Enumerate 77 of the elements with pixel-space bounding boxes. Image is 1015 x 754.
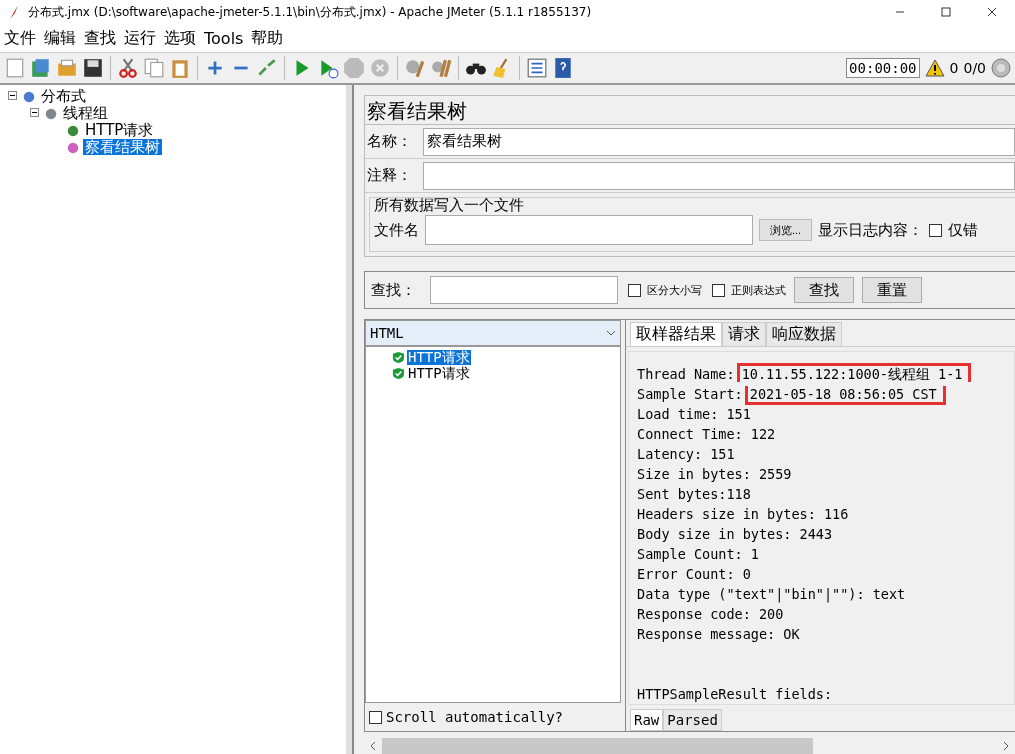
result-line: Thread Name: 10.11.55.122:1000-线程组 1-1 (637, 366, 972, 382)
chevron-down-icon[interactable] (606, 330, 616, 336)
find-button[interactable]: 查找 (794, 277, 854, 303)
tree-item[interactable]: 线程组 (61, 104, 110, 121)
checkbox-label: Scroll automatically? (386, 709, 563, 725)
paste-icon[interactable] (169, 57, 191, 79)
menu-item[interactable]: 选项 (164, 27, 196, 49)
checkbox[interactable] (369, 710, 382, 724)
window-title: 分布式.jmx (D:\software\apache-jmeter-5.1.1\bin\分布式.jmx) - Apache JMeter (5.1.1 r1855137) (28, 3, 593, 21)
file-field[interactable] (425, 215, 753, 245)
tree-item[interactable]: 分布式 (39, 87, 88, 104)
comment-field[interactable] (423, 161, 1015, 190)
menu-item[interactable]: 查找 (84, 27, 116, 49)
error-count: 0 (949, 60, 959, 76)
menu-item[interactable]: 运行 (124, 27, 156, 49)
list-icon[interactable] (526, 57, 548, 79)
help-icon[interactable] (552, 57, 574, 79)
result-line: Error Count: 0 (637, 566, 751, 582)
tree-item[interactable]: 察看结果树 (83, 138, 162, 155)
reset-button[interactable]: 重置 (862, 277, 922, 303)
tab[interactable]: 请求 (722, 322, 766, 346)
tree-item[interactable]: HTTP请求 (83, 121, 156, 138)
save-icon[interactable] (82, 57, 104, 79)
comment-label: 注释： (366, 166, 413, 185)
menu-item[interactable]: 文件 (4, 27, 36, 49)
scroll-right-icon[interactable] (1001, 741, 1011, 751)
panel-title: 察看结果树 (365, 96, 1015, 125)
log-label: 显示日志内容： (818, 220, 924, 240)
menu-item[interactable]: 编辑 (44, 27, 76, 49)
result-line: Load time: 151 (637, 406, 751, 422)
browse-button[interactable]: 浏览... (759, 219, 813, 241)
checkbox-label: 仅错 (948, 220, 979, 240)
result-line: Connect Time: 122 (637, 426, 776, 442)
name-label: 名称： (366, 132, 413, 151)
checkbox-label: 正则表达式 (731, 282, 786, 298)
tab[interactable]: Parsed (663, 709, 722, 731)
collapse-toggle[interactable] (30, 108, 41, 117)
checkbox[interactable] (929, 223, 943, 237)
shield-check-icon (392, 350, 405, 364)
tab[interactable]: Raw (630, 709, 664, 731)
result-line: Sample Count: 1 (637, 546, 759, 562)
collapse-toggle[interactable] (8, 91, 19, 100)
checkbox[interactable] (712, 283, 725, 297)
search-label: 查找： (371, 280, 416, 300)
result-line: Sample Start: 2021-05-18 08:56:05 CST (637, 386, 946, 402)
scroll-left-icon[interactable] (368, 741, 378, 751)
warning-icon[interactable] (924, 58, 945, 78)
result-line: HTTPSampleResult fields: (637, 686, 833, 702)
result-line: Response code: 200 (637, 606, 784, 622)
result-line: Data type ("text"|"bin"|""): text (637, 586, 906, 602)
result-line: Headers size in bytes: 116 (637, 506, 849, 522)
new-file-icon[interactable] (4, 57, 26, 79)
elapsed-time: 00:00:00 (846, 58, 920, 78)
thread-count: 0/0 (963, 60, 986, 76)
result-line: Response message: OK (637, 626, 800, 642)
result-line: Body size in bytes: 2443 (637, 526, 833, 542)
checkbox[interactable] (628, 283, 641, 297)
result-line: Sent bytes:118 (637, 486, 751, 502)
sample-item[interactable]: HTTP请求 (407, 365, 471, 381)
renderer-dropdown[interactable]: HTML (365, 320, 621, 346)
copy-icon[interactable] (143, 57, 165, 79)
cut-icon[interactable] (117, 57, 139, 79)
menu-item[interactable]: 帮助 (251, 27, 284, 49)
scrollbar-thumb[interactable] (382, 738, 813, 754)
search-field[interactable] (430, 276, 618, 304)
file-label: 文件名 (374, 220, 419, 240)
sample-item[interactable]: HTTP请求 (407, 349, 471, 365)
name-field[interactable]: 察看结果树 (423, 127, 1015, 156)
tab[interactable]: 响应数据 (766, 322, 842, 346)
checkbox-label: 区分大小写 (647, 282, 702, 298)
status-icon (991, 58, 1011, 78)
result-line: Latency: 151 (637, 446, 735, 462)
group-title: 所有数据写入一个文件 (374, 196, 525, 215)
result-line: Size in bytes: 2559 (637, 466, 792, 482)
shield-check-icon (392, 366, 405, 380)
tab[interactable]: 取样器结果 (630, 322, 722, 346)
menu-item[interactable]: Tools (204, 28, 244, 48)
